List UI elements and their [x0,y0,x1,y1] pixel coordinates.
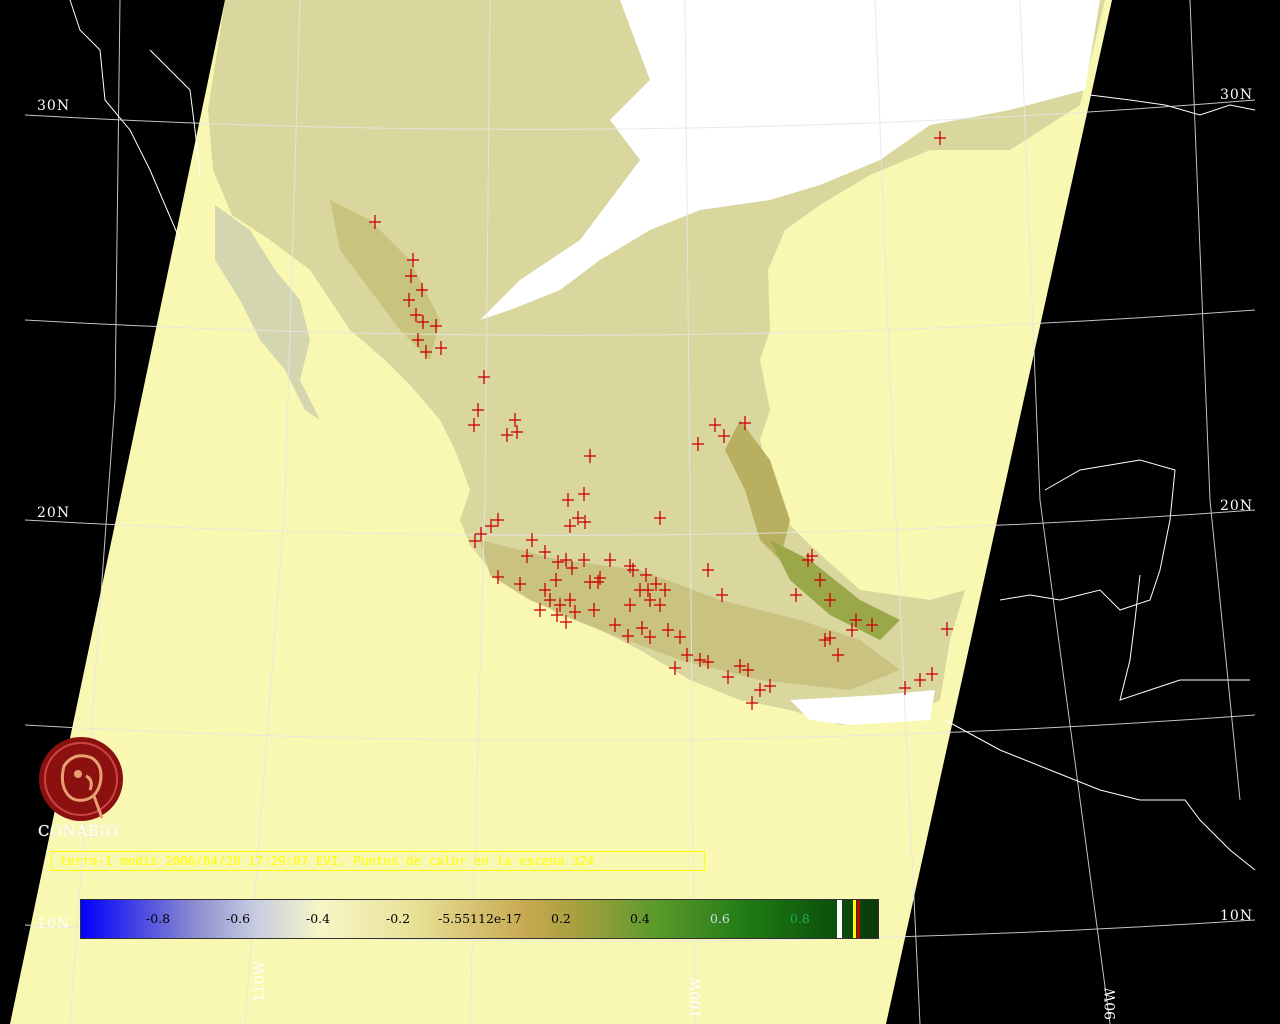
lat-label-20n-right: 20N [1220,498,1254,514]
lon-label-100w: 100W [688,976,704,1018]
colorbar-red-mark [857,900,860,938]
colorbar-tick: -5.55112e-17 [438,911,522,926]
lon-label-110w: 110W [252,960,268,1002]
colorbar-tick: 0.8 [790,911,810,926]
scene-title: terra-1 modis 2006/04/28 17:29:07 EVI, P… [60,853,595,868]
lat-label-10n-right: 10N [1220,908,1254,924]
colorbar-tick: -0.4 [306,911,331,926]
conabio-logo-text: CONABIO [38,822,119,840]
evi-colorbar: -0.8 -0.6 -0.4 -0.2 -5.55112e-17 0.2 0.4… [80,899,879,939]
lon-label-90w: 90W [1103,987,1119,1020]
lat-label-10n-left: 10N [37,916,71,932]
colorbar-tick: -0.6 [226,911,251,926]
colorbar-tick: 0.2 [551,911,571,926]
colorbar-tick: -0.8 [146,911,171,926]
colorbar-tick: -0.2 [386,911,411,926]
scene-title-box: terra-1 modis 2006/04/28 17:29:07 EVI, P… [51,851,705,871]
colorbar-yellow-mark [853,900,856,938]
lat-label-30n-left: 30N [37,98,71,114]
lat-label-20n-left: 20N [37,505,71,521]
colorbar-tick: 0.4 [630,911,650,926]
lat-label-30n-right: 30N [1220,87,1254,103]
colorbar-tick: 0.6 [710,911,730,926]
colorbar-white-mark [837,900,842,938]
